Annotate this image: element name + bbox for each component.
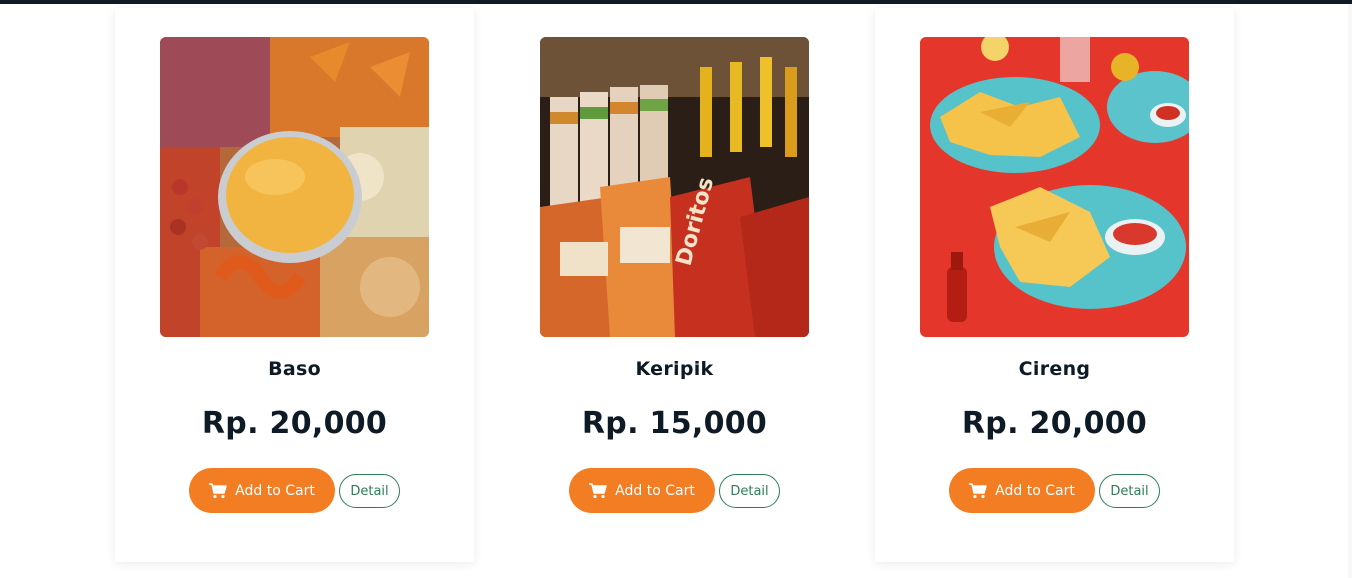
add-to-cart-label: Add to Cart	[615, 482, 695, 499]
product-image	[920, 37, 1189, 337]
shopping-cart-icon	[969, 482, 987, 498]
detail-label: Detail	[350, 483, 389, 499]
product-card: Doritos Keripik Rp. 15,000 Add to Cart D…	[495, 8, 854, 562]
snack-platter-image	[160, 37, 429, 337]
product-name: Cireng	[1018, 358, 1091, 380]
shopping-cart-icon	[589, 482, 607, 498]
scrollbar-track[interactable]	[1348, 4, 1352, 578]
product-card: Baso Rp. 20,000 Add to Cart Detail	[115, 8, 474, 562]
add-to-cart-button[interactable]: Add to Cart	[189, 468, 335, 513]
product-card: Cireng Rp. 20,000 Add to Cart Detail	[875, 8, 1234, 562]
product-price: Rp. 20,000	[201, 406, 388, 441]
product-price: Rp. 20,000	[961, 406, 1148, 441]
top-bar	[0, 0, 1352, 4]
detail-label: Detail	[730, 483, 769, 499]
product-image	[160, 37, 429, 337]
chip-bags-image: Doritos	[540, 37, 809, 337]
shopping-cart-icon	[209, 482, 227, 498]
product-price: Rp. 15,000	[581, 406, 768, 441]
detail-label: Detail	[1110, 483, 1149, 499]
add-to-cart-label: Add to Cart	[995, 482, 1075, 499]
product-name: Keripik	[635, 358, 714, 380]
add-to-cart-label: Add to Cart	[235, 482, 315, 499]
add-to-cart-button[interactable]: Add to Cart	[569, 468, 715, 513]
tortilla-chips-image	[920, 37, 1189, 337]
detail-button[interactable]: Detail	[1099, 474, 1160, 508]
product-name: Baso	[268, 358, 321, 380]
detail-button[interactable]: Detail	[719, 474, 780, 508]
add-to-cart-button[interactable]: Add to Cart	[949, 468, 1095, 513]
detail-button[interactable]: Detail	[339, 474, 400, 508]
product-image: Doritos	[540, 37, 809, 337]
